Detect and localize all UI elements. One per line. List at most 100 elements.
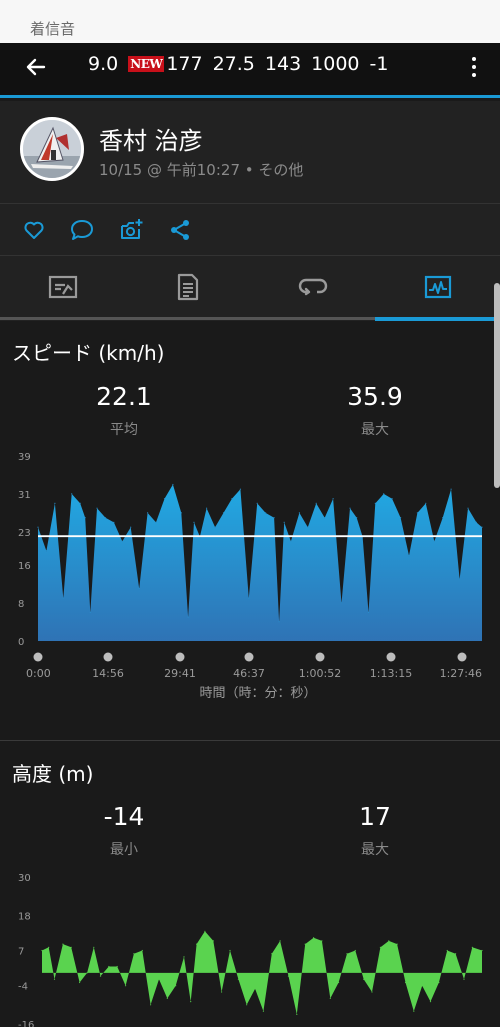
data-point <box>125 985 127 987</box>
speed-title: スピード (km/h) <box>12 341 165 365</box>
overflow-menu-button[interactable] <box>462 51 486 83</box>
x-tick-marker <box>175 652 185 662</box>
x-tick-label: 1:13:15 <box>370 667 412 680</box>
data-point <box>338 981 340 984</box>
data-point <box>108 965 110 968</box>
data-point <box>79 502 81 504</box>
data-point <box>70 946 72 948</box>
y-tick-label: 30 <box>18 873 31 884</box>
y-tick-label: 16 <box>18 561 31 572</box>
data-point <box>429 1001 432 1003</box>
data-point <box>416 512 418 514</box>
elevation-min-label: 最小 <box>110 842 138 858</box>
like-button[interactable] <box>20 216 48 244</box>
data-point <box>133 953 135 955</box>
avatar[interactable] <box>20 117 84 181</box>
data-point <box>408 555 410 557</box>
elevation-chart[interactable]: -16 -4 7 18 30 <box>0 866 500 1027</box>
x-tick-label: 14:56 <box>92 667 124 680</box>
elevation-max-label: 最大 <box>361 842 389 858</box>
data-point <box>248 597 250 599</box>
tab-laps[interactable] <box>250 256 375 318</box>
comment-button[interactable] <box>68 216 96 244</box>
data-point <box>400 517 402 519</box>
x-tick-label: 1:27:46 <box>440 667 482 680</box>
elevation-area <box>42 931 482 1015</box>
x-tick-label: 46:37 <box>233 667 265 680</box>
data-point <box>332 498 334 500</box>
data-point <box>354 949 356 952</box>
heart-icon <box>24 221 44 239</box>
data-point <box>62 943 64 945</box>
data-point <box>116 965 118 968</box>
app-bar-value: -1 <box>369 53 389 75</box>
speed-chart[interactable]: 0 8 16 23 31 39 0:00 14:56 29:41 46:37 1:00:52 1:13… <box>0 445 500 715</box>
data-point <box>84 517 86 519</box>
data-point <box>180 512 182 514</box>
tab-charts[interactable] <box>375 256 500 318</box>
data-point <box>196 943 198 945</box>
elevation-max-value: 17 <box>359 802 391 831</box>
data-point <box>304 943 306 945</box>
menu-dot <box>472 57 476 61</box>
back-button[interactable] <box>20 51 52 83</box>
add-photo-icon <box>121 219 143 239</box>
data-point <box>396 943 398 945</box>
activity-meta: 10/15 @ 午前10:27 • その他 <box>99 161 304 179</box>
y-tick-label: -16 <box>18 1020 34 1027</box>
y-tick-label: 23 <box>18 528 31 539</box>
data-point <box>53 978 56 980</box>
section-divider <box>0 740 500 741</box>
data-point <box>222 512 225 514</box>
data-point <box>307 526 309 528</box>
data-point <box>425 502 427 504</box>
data-point <box>155 521 157 523</box>
data-point <box>93 946 95 948</box>
data-point <box>206 507 208 509</box>
speed-max-value: 35.9 <box>347 382 403 411</box>
data-point <box>459 578 461 580</box>
data-point <box>371 991 373 993</box>
data-point <box>62 597 64 599</box>
data-point <box>86 972 88 974</box>
data-point <box>231 498 233 500</box>
x-axis-title: 時間（時：分：秒） <box>199 686 316 701</box>
app-bar: 9.0 NEW 177 27.5 143 1000 -1 <box>0 43 500 98</box>
tab-summary[interactable] <box>0 256 125 318</box>
data-point <box>265 512 267 514</box>
data-point <box>147 512 149 514</box>
y-tick-label: 18 <box>18 911 31 922</box>
data-point <box>374 502 376 504</box>
data-point <box>45 550 48 552</box>
data-point <box>256 502 258 504</box>
data-point <box>287 975 290 977</box>
data-point <box>71 493 73 495</box>
data-point <box>48 946 50 948</box>
y-tick-label: 0 <box>18 637 24 648</box>
tab-details[interactable] <box>125 256 250 318</box>
action-bar <box>0 204 500 256</box>
x-tick-marker <box>457 652 467 662</box>
comment-icon <box>71 220 93 240</box>
data-point <box>99 975 102 977</box>
y-tick-label: 31 <box>18 490 31 501</box>
data-point <box>104 517 107 519</box>
laps-icon <box>298 278 327 296</box>
data-point <box>221 991 223 993</box>
elevation-title: 高度 (m) <box>12 762 94 786</box>
data-point <box>229 949 231 952</box>
data-point <box>367 611 370 614</box>
data-point <box>391 498 393 500</box>
data-point <box>413 1010 415 1012</box>
add-photo-button[interactable] <box>118 216 146 244</box>
data-point <box>121 540 123 542</box>
user-name[interactable]: 香村 治彦 <box>99 121 203 156</box>
x-tick-marker <box>103 652 113 662</box>
data-point <box>346 953 348 955</box>
data-point <box>262 1010 264 1012</box>
data-point <box>254 988 256 990</box>
share-button[interactable] <box>166 216 194 244</box>
data-point <box>481 526 483 528</box>
data-point <box>172 483 174 486</box>
app-bar-value: 27.5 <box>212 53 255 75</box>
